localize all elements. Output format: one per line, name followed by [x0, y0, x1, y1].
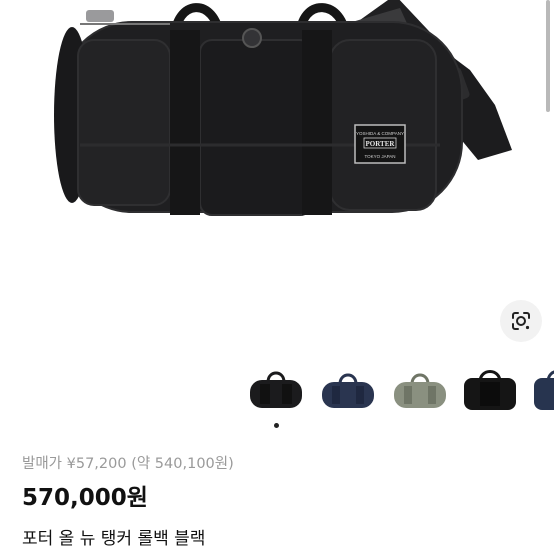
image-search-button[interactable] — [500, 300, 542, 342]
page-indicator-dot — [274, 423, 279, 428]
thumb-black-2[interactable] — [460, 360, 520, 420]
thumb-black-image — [250, 371, 302, 408]
label-bottom-text: TOKYO JAPAN — [364, 154, 395, 159]
product-title: 포터 올 뉴 탱커 롤백 블랙 — [22, 529, 206, 549]
scrollbar[interactable] — [546, 0, 550, 112]
thumb-black-2-image — [464, 370, 516, 410]
thumb-navy-image — [322, 373, 374, 408]
thumb-navy-2-image — [534, 370, 554, 410]
label-brand-text: PORTER — [366, 140, 396, 148]
bag-illustration: YOSHIDA & COMPANY PORTER TOKYO JAPAN — [54, 0, 512, 216]
sale-price: 570,000원 — [22, 485, 148, 511]
thumb-navy-2[interactable] — [530, 360, 554, 420]
thumb-navy[interactable] — [318, 360, 378, 420]
thumb-sage-image — [394, 373, 446, 408]
porter-label: YOSHIDA & COMPANY PORTER TOKYO JAPAN — [354, 124, 406, 164]
thumbnail-strip[interactable] — [0, 350, 554, 430]
label-top-text: YOSHIDA & COMPANY — [356, 131, 404, 136]
thumb-sage[interactable] — [390, 360, 450, 420]
product-hero-image[interactable]: YOSHIDA & COMPANY PORTER TOKYO JAPAN — [0, 0, 554, 300]
thumb-black[interactable] — [246, 360, 306, 420]
lens-icon — [512, 312, 530, 330]
release-price: 발매가 ¥57,200 (약 540,100원) — [22, 456, 234, 472]
